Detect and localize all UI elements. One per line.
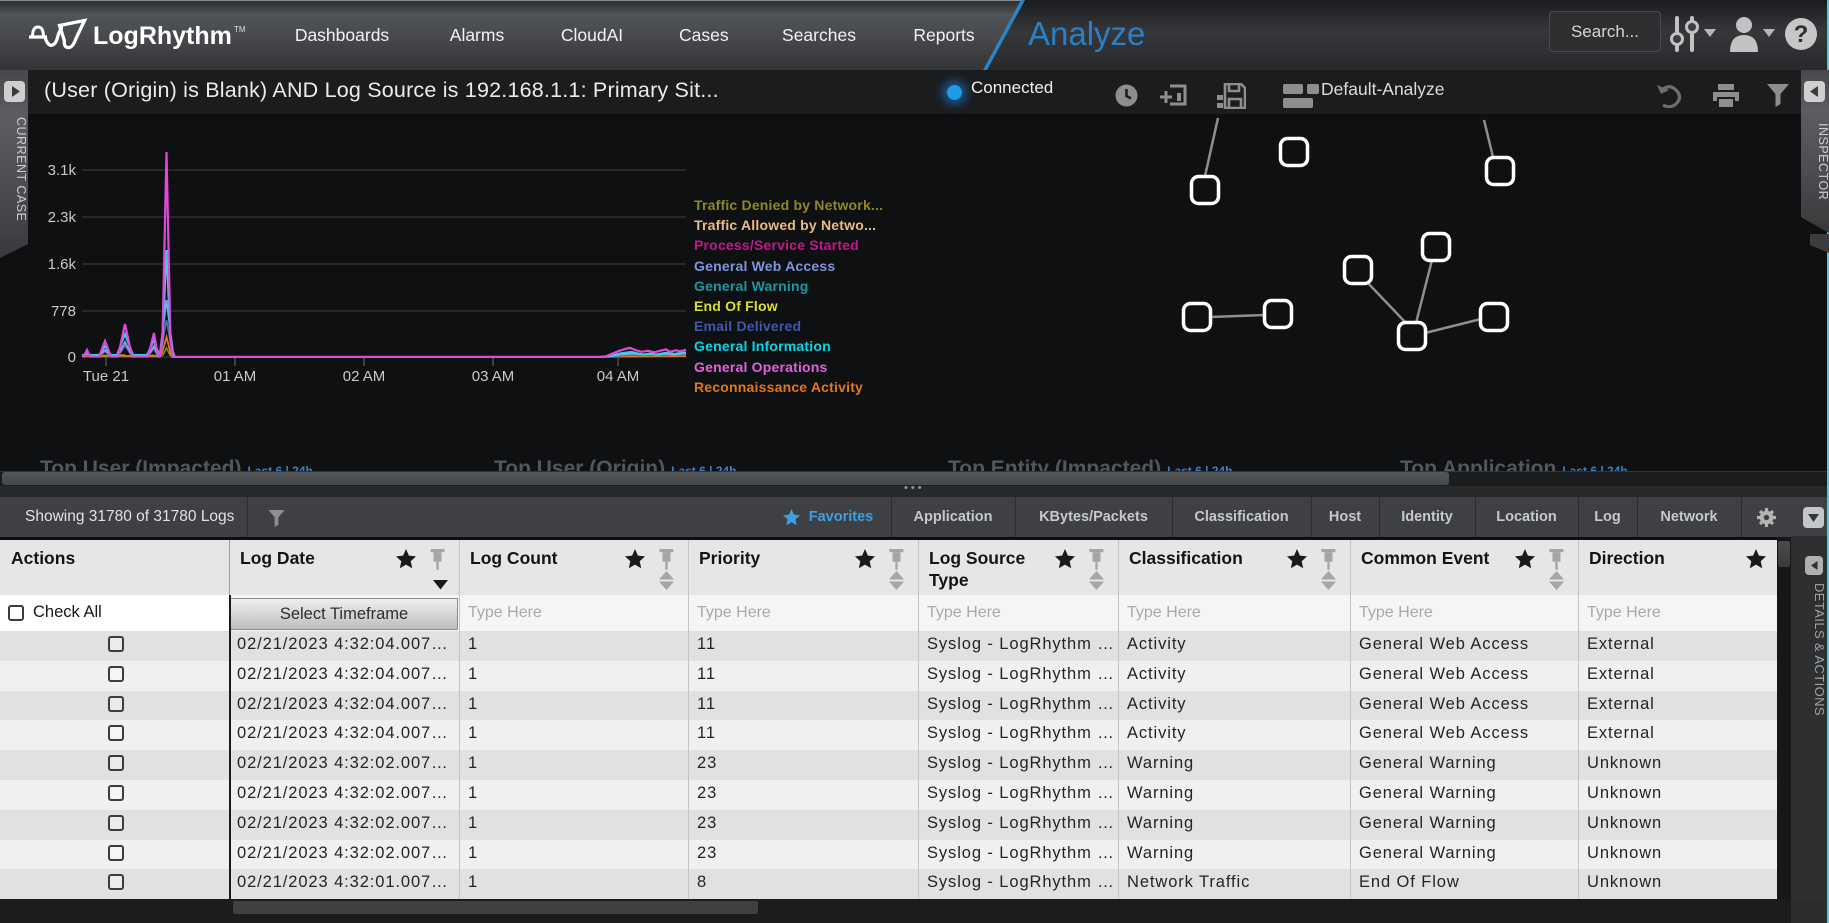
svg-text:778: 778 xyxy=(51,303,76,320)
svg-text:01 AM: 01 AM xyxy=(214,368,257,385)
svg-text:04 AM: 04 AM xyxy=(597,368,640,385)
svg-text:3.1k: 3.1k xyxy=(48,162,77,179)
svg-text:1.6k: 1.6k xyxy=(48,256,77,273)
svg-text:2.3k: 2.3k xyxy=(48,209,77,226)
svg-text:02 AM: 02 AM xyxy=(343,368,386,385)
svg-text:0: 0 xyxy=(68,349,76,366)
svg-text:03 AM: 03 AM xyxy=(472,368,515,385)
svg-text:?: ? xyxy=(1794,21,1809,48)
svg-text:Tue 21: Tue 21 xyxy=(83,368,129,385)
